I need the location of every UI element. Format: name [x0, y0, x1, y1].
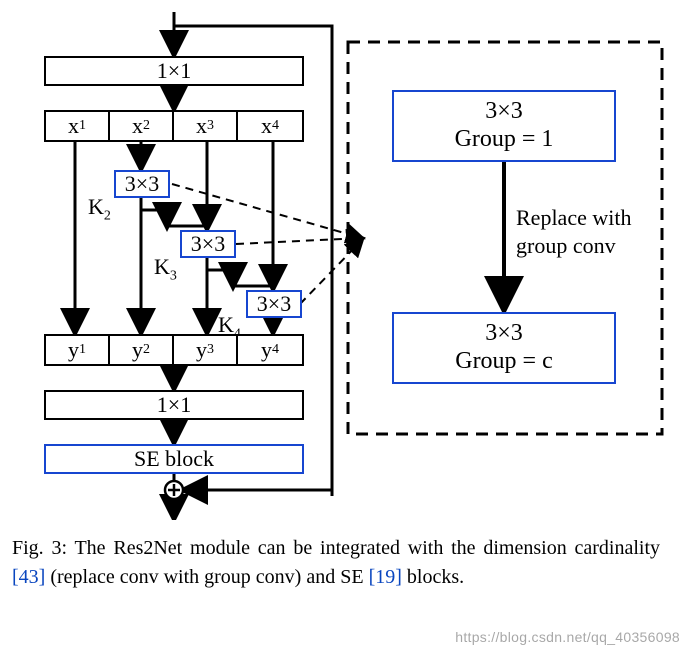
label-k2: K2 [88, 194, 111, 224]
detail-replace-label: Replace with group conv [516, 204, 631, 259]
conv-1x1-top: 1×1 [44, 56, 304, 86]
watermark: https://blog.csdn.net/qq_40356098 [455, 627, 680, 647]
split-x4: x4 [236, 110, 304, 142]
caption-prefix: Fig. 3: The Res2Net module can be integr… [12, 537, 660, 559]
citation-43: [43] [12, 566, 45, 588]
merge-y3: y3 [172, 334, 238, 366]
merge-y2: y2 [108, 334, 174, 366]
split-x1: x1 [44, 110, 110, 142]
split-x2: x2 [108, 110, 174, 142]
conv-1x1-bottom: 1×1 [44, 390, 304, 420]
figure-3-diagram: 1×1 x1 x2 x3 x4 3×3 K2 3×3 K3 3×3 K4 y1 … [12, 12, 674, 520]
citation-19: [19] [369, 566, 402, 588]
caption-suffix: blocks. [402, 566, 464, 588]
label-k3: K3 [154, 254, 177, 284]
detail-group-1: 3×3 Group = 1 [392, 90, 616, 162]
figure-caption: Fig. 3: The Res2Net module can be integr… [12, 534, 660, 592]
se-block: SE block [44, 444, 304, 474]
detail-group-c: 3×3 Group = c [392, 312, 616, 384]
conv-3x3-k3: 3×3 [180, 230, 236, 258]
conv-3x3-k4: 3×3 [246, 290, 302, 318]
conv-3x3-k2: 3×3 [114, 170, 170, 198]
conv-1x1-top-label: 1×1 [157, 58, 191, 84]
caption-mid: (replace conv with group conv) and SE [45, 566, 368, 588]
split-x3: x3 [172, 110, 238, 142]
merge-y1: y1 [44, 334, 110, 366]
merge-y4: y4 [236, 334, 304, 366]
